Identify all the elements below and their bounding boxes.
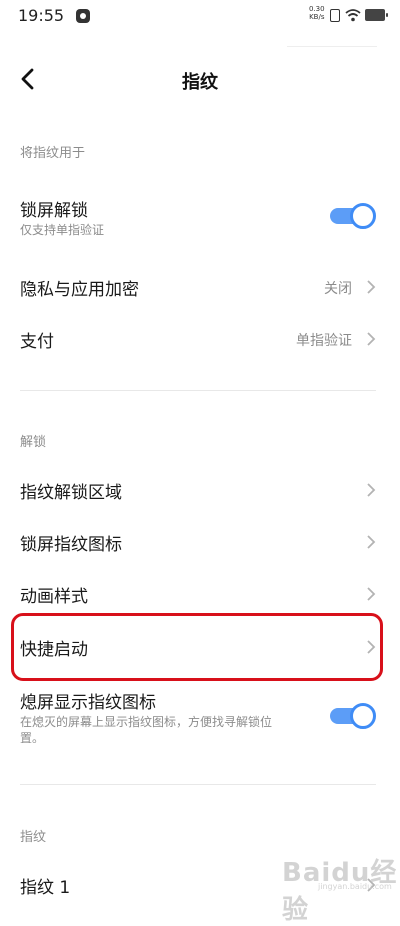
notification-icon <box>76 9 90 23</box>
battery-icon <box>365 9 388 21</box>
section-header-fingerprints: 指纹 <box>20 830 47 845</box>
row-label: 动画样式 <box>20 587 88 607</box>
watermark-url: jingyan.baidu.com <box>318 882 392 891</box>
row-lock-screen-unlock[interactable]: 锁屏解锁 仅支持单指验证 <box>0 190 400 246</box>
row-label: 熄屏显示指纹图标 <box>20 693 156 713</box>
chevron-right-icon <box>367 483 376 497</box>
row-privacy-encryption[interactable]: 隐私与应用加密 关闭 <box>0 270 400 304</box>
network-speed: 0.30 KB/s <box>309 5 325 21</box>
section-divider <box>20 390 376 391</box>
row-subtitle: 在熄灭的屏幕上显示指纹图标，方便找寻解锁位置。 <box>20 715 273 745</box>
sim-icon <box>330 9 340 22</box>
toggle-knob <box>350 203 376 229</box>
row-label: 锁屏解锁 <box>20 201 88 221</box>
status-divider <box>287 46 377 47</box>
row-subtitle: 仅支持单指验证 <box>20 223 105 237</box>
row-label: 支付 <box>20 332 54 352</box>
network-speed-value: 0.30 <box>309 5 325 13</box>
chevron-right-icon <box>367 587 376 601</box>
status-bar: 19:55 0.30 KB/s <box>0 0 400 36</box>
chevron-right-icon <box>367 280 376 294</box>
status-time: 19:55 <box>18 6 65 25</box>
row-screen-off-icon[interactable]: 熄屏显示指纹图标 在熄灭的屏幕上显示指纹图标，方便找寻解锁位置。 <box>0 686 400 750</box>
lock-screen-unlock-toggle[interactable] <box>330 203 376 229</box>
row-label: 锁屏指纹图标 <box>20 535 122 555</box>
highlight-box <box>11 613 383 681</box>
row-value: 关闭 <box>324 281 352 297</box>
row-value: 单指验证 <box>296 333 352 349</box>
section-header-use-for: 将指纹用于 <box>20 146 86 161</box>
row-label: 指纹 1 <box>20 878 71 898</box>
row-unlock-area[interactable]: 指纹解锁区域 <box>0 473 400 507</box>
chevron-right-icon <box>367 332 376 346</box>
row-lock-screen-icon[interactable]: 锁屏指纹图标 <box>0 525 400 559</box>
chevron-right-icon <box>367 535 376 549</box>
wifi-icon <box>345 9 361 22</box>
section-header-unlock: 解锁 <box>20 435 47 450</box>
row-label: 隐私与应用加密 <box>20 280 139 300</box>
row-label: 指纹解锁区域 <box>20 483 122 503</box>
page-title: 指纹 <box>182 72 218 93</box>
section-divider <box>20 784 376 785</box>
screen-off-icon-toggle[interactable] <box>330 703 376 729</box>
toggle-knob <box>350 703 376 729</box>
row-animation-style[interactable]: 动画样式 <box>0 577 400 611</box>
network-speed-unit: KB/s <box>309 13 325 21</box>
row-payment[interactable]: 支付 单指验证 <box>0 322 400 356</box>
